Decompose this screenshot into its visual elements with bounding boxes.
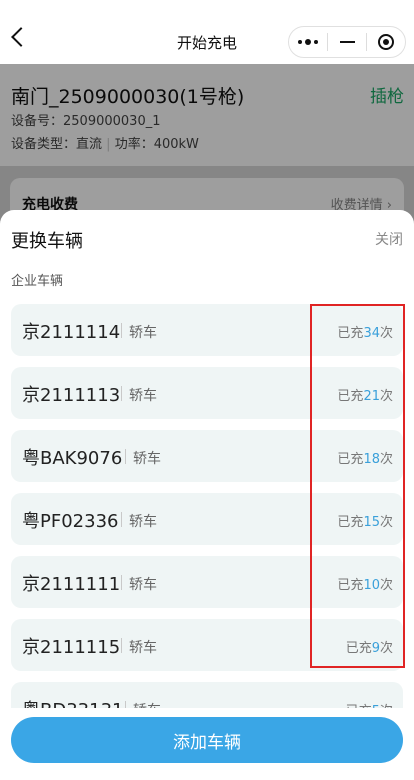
minimize-button[interactable]: [328, 27, 366, 57]
section-label: 企业车辆: [11, 274, 64, 289]
count-suffix: 次: [379, 326, 393, 341]
charge-count: 已充10次: [337, 574, 393, 593]
charge-count: 已充34次: [337, 322, 393, 341]
count-prefix: 已充: [337, 452, 364, 467]
count-number: 34: [363, 326, 380, 341]
vehicle-type: 轿车: [129, 325, 157, 341]
plate-number: 粤PF02336: [22, 511, 119, 532]
exit-target-icon: [378, 34, 394, 50]
count-prefix: 已充: [345, 641, 372, 656]
item-divider: [121, 638, 122, 653]
vehicle-item[interactable]: 粤BAK9076 轿车 已充18次: [11, 430, 403, 482]
vehicle-item[interactable]: 京2111113 轿车 已充21次: [11, 367, 403, 419]
charge-count: 已充18次: [337, 448, 393, 467]
minimize-icon: [339, 40, 355, 44]
exit-button[interactable]: [367, 27, 405, 57]
vehicle-type: 轿车: [129, 514, 157, 530]
item-divider: [121, 386, 122, 401]
charge-count: 已充9次: [346, 637, 393, 656]
item-divider: [121, 575, 122, 590]
charge-count: 已充15次: [337, 511, 393, 530]
count-prefix: 已充: [337, 515, 364, 530]
count-suffix: 次: [379, 578, 393, 593]
count-suffix: 次: [379, 389, 393, 404]
more-dots-icon: [298, 39, 318, 45]
charge-count: 已充21次: [337, 385, 393, 404]
nav-bar: 开始充电: [0, 0, 414, 64]
vehicle-item[interactable]: 京2111115 轿车 已充9次: [11, 619, 403, 671]
highlight-box: [310, 304, 405, 668]
vehicle-type: 轿车: [129, 577, 157, 593]
count-number: 9: [371, 641, 380, 656]
more-button[interactable]: [289, 27, 327, 57]
change-vehicle-sheet: 更换车辆 关闭 企业车辆 京2111114 轿车 已充34次 京2111113 …: [0, 210, 414, 780]
vehicle-item[interactable]: 京2111111 轿车 已充10次: [11, 556, 403, 608]
vehicle-type: 轿车: [129, 640, 157, 656]
count-prefix: 已充: [337, 389, 364, 404]
bottom-action-bar: 添加车辆: [0, 708, 414, 780]
count-suffix: 次: [379, 515, 393, 530]
vehicle-item[interactable]: 粤PF02336 轿车 已充15次: [11, 493, 403, 545]
count-prefix: 已充: [337, 578, 364, 593]
vehicle-type: 轿车: [133, 451, 161, 467]
close-button[interactable]: 关闭: [375, 229, 403, 249]
vehicle-type: 轿车: [129, 388, 157, 404]
item-divider: [121, 512, 122, 527]
count-prefix: 已充: [337, 326, 364, 341]
plate-number: 京2111111: [22, 574, 121, 595]
item-divider: [121, 323, 122, 338]
plate-number: 粤BAK9076: [22, 448, 123, 469]
count-number: 15: [363, 515, 380, 530]
vehicle-item[interactable]: 京2111114 轿车 已充34次: [11, 304, 403, 356]
item-divider: [125, 449, 126, 464]
plate-number: 京2111115: [22, 637, 121, 658]
plate-number: 京2111113: [22, 385, 121, 406]
sheet-title: 更换车辆: [11, 231, 83, 252]
count-number: 10: [363, 578, 380, 593]
mini-program-capsule: [288, 26, 406, 58]
count-number: 21: [363, 389, 380, 404]
add-vehicle-button[interactable]: 添加车辆: [11, 717, 403, 763]
count-number: 18: [363, 452, 380, 467]
plate-number: 京2111114: [22, 322, 121, 343]
count-suffix: 次: [379, 452, 393, 467]
count-suffix: 次: [379, 641, 393, 656]
